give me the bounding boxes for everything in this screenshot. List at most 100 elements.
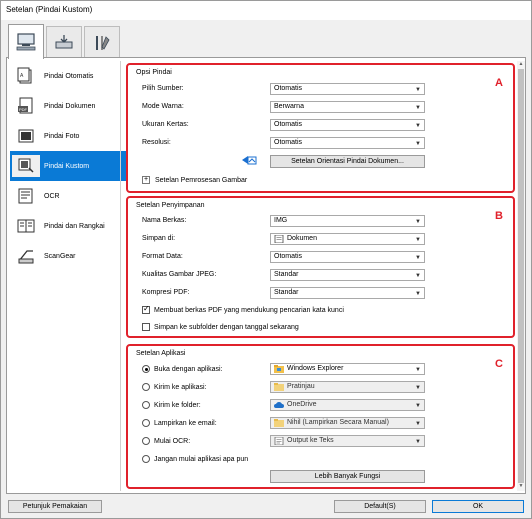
sidebar-item-custom-scan[interactable]: Pindai Kustom (10, 151, 126, 181)
tab-scan-from-computer[interactable] (8, 24, 44, 59)
scroll-up-icon[interactable]: ▲ (517, 61, 525, 69)
image-processing-expander[interactable]: + Setelan Pemrosesan Gambar (142, 176, 247, 184)
paper-size-dropdown[interactable]: Otomatis ▼ (270, 119, 425, 131)
dropdown-value: Windows Explorer (287, 365, 344, 372)
send-to-app-radio[interactable]: Kirim ke aplikasi: (142, 383, 207, 391)
ok-button[interactable]: OK (432, 500, 524, 513)
email-folder-icon (274, 419, 284, 427)
scrollbar-thumb[interactable] (518, 69, 524, 483)
send-to-folder-radio[interactable]: Kirim ke folder: (142, 401, 201, 409)
section-title: Setelan Aplikasi (136, 350, 186, 357)
sidebar-item-scangear[interactable]: ScanGear (10, 241, 126, 271)
radio-unselected-icon (142, 383, 150, 391)
radio-unselected-icon (142, 401, 150, 409)
select-source-dropdown[interactable]: Otomatis ▼ (270, 83, 425, 95)
chevron-down-icon: ▼ (415, 219, 421, 225)
tab-scan-from-operation-panel[interactable] (46, 26, 82, 58)
tab-general-settings[interactable] (84, 26, 120, 58)
select-source-label: Pilih Sumber: (142, 85, 184, 92)
dropdown-value: Otomatis (274, 121, 303, 128)
file-name-combobox[interactable]: IMG ▼ (270, 215, 425, 227)
dropdown-value: Pratinjau (287, 383, 315, 390)
window-title: Setelan (Pindai Kustom) (6, 5, 93, 14)
chevron-down-icon: ▼ (415, 439, 421, 445)
section-title: Setelan Penyimpanan (136, 202, 205, 209)
start-ocr-dropdown[interactable]: Output ke Teks ▼ (270, 435, 425, 447)
dropdown-value: Dokumen (287, 235, 317, 242)
dropdown-value: Nihil (Lampirkan Secara Manual) (287, 419, 389, 426)
more-functions-button[interactable]: Lebih Banyak Fungsi (270, 470, 425, 483)
dropdown-value: Otomatis (274, 85, 303, 92)
date-subfolder-checkbox[interactable]: Simpan ke subfolder dengan tanggal sekar… (142, 323, 299, 331)
dropdown-value: Berwarna (274, 103, 304, 110)
chevron-down-icon: ▼ (415, 403, 421, 409)
radio-label: Kirim ke aplikasi: (154, 383, 207, 391)
sidebar-item-auto-scan[interactable]: A Pindai Otomatis (10, 61, 126, 91)
chevron-down-icon: ▼ (415, 273, 421, 279)
ocr-icon (12, 185, 40, 207)
radio-unselected-icon (142, 455, 150, 463)
no-app-radio[interactable]: Jangan mulai aplikasi apa pun (142, 455, 248, 463)
start-ocr-radio[interactable]: Mulai OCR: (142, 437, 190, 445)
defaults-button[interactable]: Default(S) (334, 500, 426, 513)
scan-options-section: Opsi Pindai A Pilih Sumber: Otomatis ▼ M… (126, 63, 515, 193)
chevron-down-icon: ▼ (415, 237, 421, 243)
dropdown-value: Standar (274, 271, 299, 278)
sidebar-item-stitch[interactable]: Pindai dan Rangkai (10, 211, 126, 241)
open-with-app-radio[interactable]: Buka dengan aplikasi: (142, 365, 223, 373)
scroll-down-icon[interactable]: ▼ (517, 483, 525, 491)
sidebar-item-label: ScanGear (44, 252, 76, 260)
scangear-icon (12, 245, 40, 267)
resolution-dropdown[interactable]: Otomatis ▼ (270, 137, 425, 149)
sidebar-item-label: Pindai Dokumen (44, 102, 96, 110)
chevron-down-icon: ▼ (415, 291, 421, 297)
chevron-down-icon: ▼ (415, 87, 421, 93)
pdf-compression-dropdown[interactable]: Standar ▼ (270, 287, 425, 299)
searchable-pdf-checkbox[interactable]: Membuat berkas PDF yang mendukung pencar… (142, 304, 344, 314)
attach-email-dropdown[interactable]: Nihil (Lampirkan Secara Manual) ▼ (270, 417, 425, 429)
orientation-settings-button[interactable]: Setelan Orientasi Pindai Dokumen... (270, 155, 425, 168)
document-scan-icon: PDF (12, 95, 40, 117)
jpeg-quality-dropdown[interactable]: Standar ▼ (270, 269, 425, 281)
tab-strip (6, 22, 526, 59)
preview-app-icon (274, 383, 284, 391)
sidebar-item-photo-scan[interactable]: Pindai Foto (10, 121, 126, 151)
operation-panel-icon (55, 34, 73, 48)
sidebar-divider (120, 61, 121, 491)
sidebar-item-label: Pindai Kustom (44, 162, 90, 170)
save-in-dropdown[interactable]: Dokumen ▼ (270, 233, 425, 245)
resolution-label: Resolusi: (142, 139, 171, 146)
pdf-compression-label: Kompresi PDF: (142, 289, 190, 296)
checkbox-label: Membuat berkas PDF yang mendukung pencar… (154, 306, 344, 314)
instructions-button[interactable]: Petunjuk Pemakaian (8, 500, 102, 513)
radio-unselected-icon (142, 419, 150, 427)
send-to-app-dropdown[interactable]: Pratinjau ▼ (270, 381, 425, 393)
expand-icon: + (142, 176, 150, 184)
vertical-scrollbar[interactable]: ▲ ▼ (517, 61, 525, 491)
dropdown-value: Otomatis (274, 253, 303, 260)
button-label: OK (472, 503, 484, 510)
chevron-down-icon: ▼ (415, 421, 421, 427)
section-marker-a: A (495, 77, 503, 89)
send-to-folder-dropdown[interactable]: OneDrive ▼ (270, 399, 425, 411)
data-format-dropdown[interactable]: Otomatis ▼ (270, 251, 425, 263)
chevron-down-icon: ▼ (415, 105, 421, 111)
attach-email-radio[interactable]: Lampirkan ke email: (142, 419, 217, 427)
app-settings-section: Setelan Aplikasi C Buka dengan aplikasi:… (126, 344, 515, 489)
sidebar-item-document-scan[interactable]: PDF Pindai Dokumen (10, 91, 126, 121)
open-with-app-dropdown[interactable]: Windows Explorer ▼ (270, 363, 425, 375)
windows-explorer-icon (274, 365, 284, 373)
radio-label: Jangan mulai aplikasi apa pun (154, 455, 249, 463)
paper-size-label: Ukuran Kertas: (142, 121, 189, 128)
dropdown-value: Standar (274, 289, 299, 296)
jpeg-quality-label: Kualitas Gambar JPEG: (142, 271, 217, 278)
section-marker-c: C (495, 358, 503, 370)
checkbox-checked-icon (142, 304, 150, 314)
svg-text:PDF: PDF (19, 107, 28, 112)
radio-unselected-icon (142, 437, 150, 445)
sidebar-item-ocr[interactable]: OCR (10, 181, 126, 211)
color-mode-dropdown[interactable]: Berwarna ▼ (270, 101, 425, 113)
dropdown-value: Output ke Teks (287, 437, 334, 444)
text-output-icon (274, 436, 284, 446)
sidebar-item-label: Pindai Otomatis (44, 72, 94, 80)
